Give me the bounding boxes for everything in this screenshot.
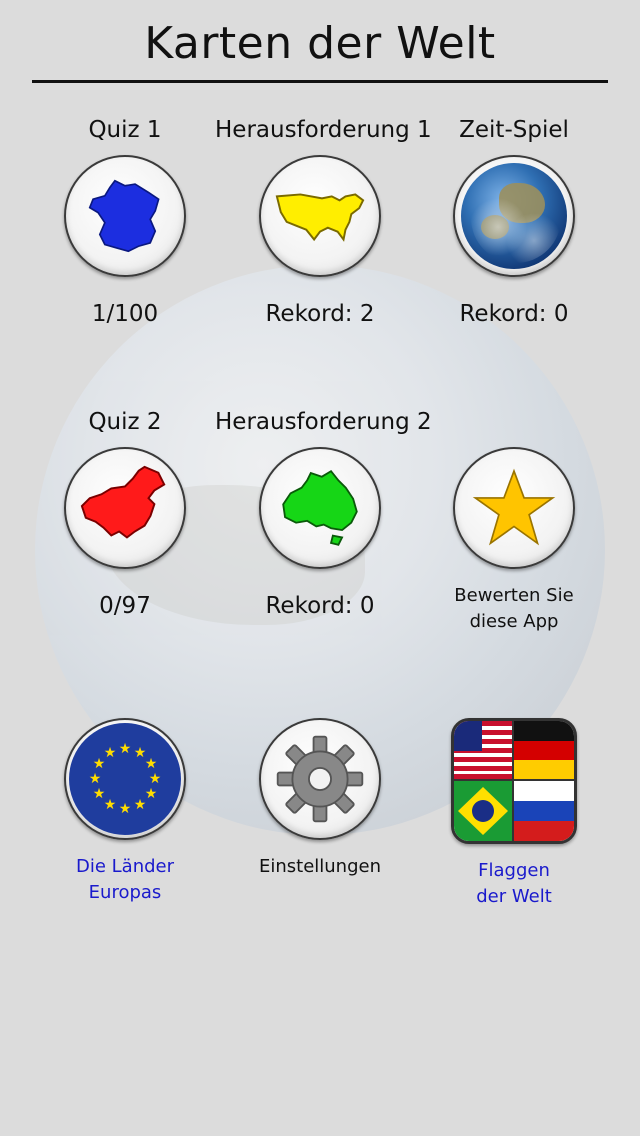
rate-app-button[interactable] (453, 447, 575, 569)
challenge1-record: Rekord: 2 (265, 301, 375, 327)
quiz2-button[interactable] (64, 447, 186, 569)
european-countries-link[interactable]: Die Länder Europas (20, 854, 230, 906)
world-flags-icon (454, 721, 574, 841)
svg-text:★: ★ (89, 771, 102, 787)
time-game-record: Rekord: 0 (459, 301, 569, 327)
page-title: Karten der Welt (144, 18, 496, 69)
svg-text:★: ★ (104, 745, 117, 761)
world-flags-link[interactable]: Flaggen der Welt (409, 858, 619, 910)
challenge2-button[interactable] (259, 447, 381, 569)
svg-text:★: ★ (119, 801, 132, 817)
quiz1-label: Quiz 1 (88, 117, 162, 143)
time-game-tile: Zeit-Spiel Rekord: 0 (409, 115, 619, 329)
usa-map-icon (275, 193, 365, 242)
rate-app-label: Bewerten Sie diese App (454, 585, 574, 632)
china-map-icon (80, 465, 166, 539)
svg-text:★: ★ (104, 797, 117, 813)
challenge2-tile: Herausforderung 2 Rekord: 0 (215, 407, 432, 621)
svg-text:★: ★ (119, 741, 132, 757)
time-game-label: Zeit-Spiel (459, 117, 569, 143)
time-game-button[interactable] (453, 155, 575, 277)
svg-text:★: ★ (149, 771, 162, 787)
challenge1-button[interactable] (259, 155, 381, 277)
world-flags-button[interactable] (451, 718, 577, 844)
challenge1-label: Herausforderung 1 (215, 117, 432, 143)
rate-app-tile: Bewerten Sie diese App (409, 407, 619, 635)
star-icon (472, 468, 556, 546)
australia-map-icon (282, 469, 358, 546)
challenge1-tile: Herausforderung 1 Rekord: 2 (215, 115, 432, 329)
european-countries-tile: ★ ★ ★ ★ ★ ★ ★ ★ ★ ★ ★ ★ Die Länder Europ… (20, 708, 230, 906)
quiz2-progress: 0/97 (99, 593, 151, 619)
quiz2-label: Quiz 2 (88, 409, 162, 435)
settings-button[interactable] (259, 718, 381, 840)
settings-tile: Einstellungen (215, 708, 425, 880)
quiz1-tile: Quiz 1 1/100 (20, 115, 230, 329)
svg-text:★: ★ (145, 786, 158, 802)
eu-flag-icon: ★ ★ ★ ★ ★ ★ ★ ★ ★ ★ ★ ★ (69, 723, 181, 835)
world-flags-tile: Flaggen der Welt (409, 708, 619, 910)
france-map-icon (88, 179, 160, 253)
european-countries-button[interactable]: ★ ★ ★ ★ ★ ★ ★ ★ ★ ★ ★ ★ (64, 718, 186, 840)
challenge2-label: Herausforderung 2 (215, 409, 432, 435)
settings-label: Einstellungen (258, 856, 382, 877)
challenge2-record: Rekord: 0 (265, 593, 375, 619)
gear-icon (276, 735, 364, 823)
quiz1-progress: 1/100 (91, 301, 159, 327)
svg-text:★: ★ (134, 797, 147, 813)
svg-text:★: ★ (93, 786, 106, 802)
earth-globe-icon (461, 163, 567, 269)
title-divider (32, 80, 608, 83)
quiz1-button[interactable] (64, 155, 186, 277)
quiz2-tile: Quiz 2 0/97 (20, 407, 230, 621)
svg-text:★: ★ (145, 756, 158, 772)
